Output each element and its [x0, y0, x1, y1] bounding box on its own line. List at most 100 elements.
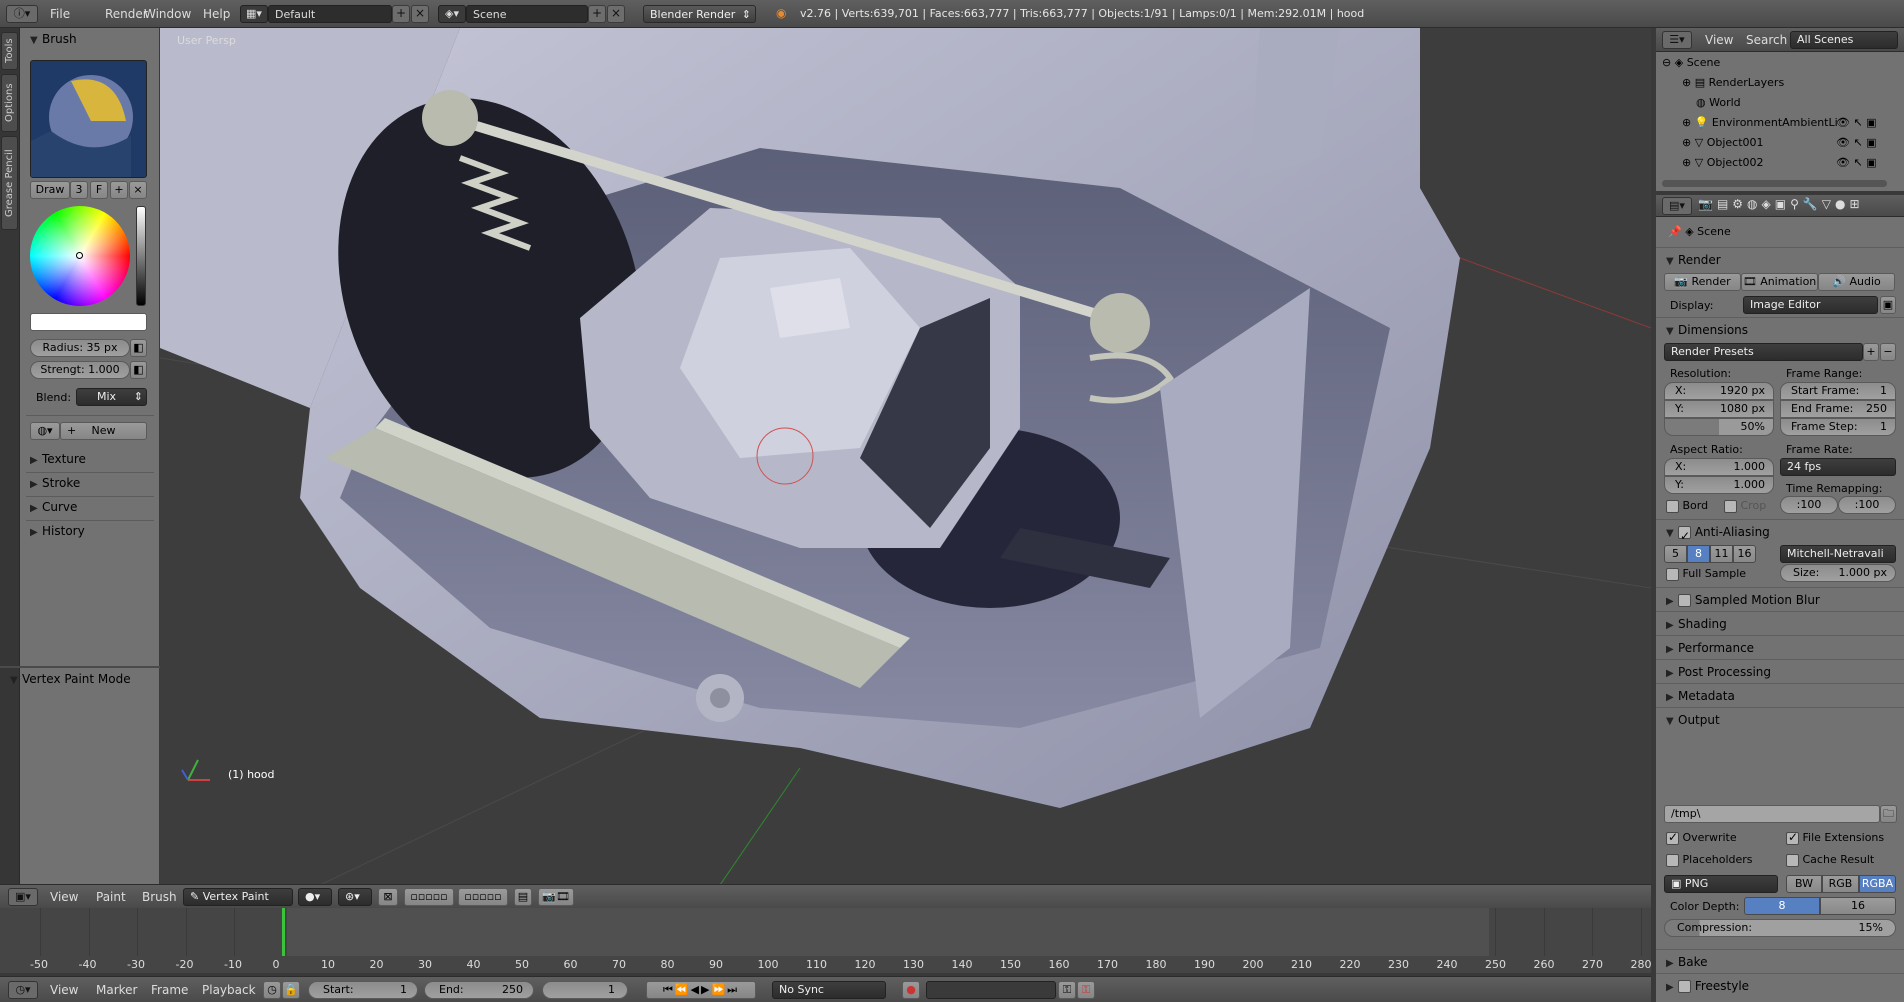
remap-old-field[interactable]: :100 [1780, 496, 1838, 514]
menu-file[interactable]: File [50, 7, 70, 21]
texture-browse-icon[interactable]: ◍▾ [30, 422, 60, 440]
add-layout-icon[interactable]: + [392, 5, 410, 23]
section-performance[interactable]: ▶ Performance [1656, 635, 1904, 659]
operator-panel-header[interactable]: ▼ Vertex Paint Mode [10, 672, 131, 686]
animation-button[interactable]: 🎞 Animation [1741, 273, 1818, 291]
remap-new-field[interactable]: :100 [1838, 496, 1896, 514]
color-mode-rgba[interactable]: RGBA [1859, 875, 1896, 893]
fake-user-toggle[interactable]: F [90, 181, 108, 199]
current-frame-field[interactable]: 1 [542, 981, 628, 999]
pressure-radius-icon[interactable]: ◧ [130, 339, 147, 357]
view-menu[interactable]: View [50, 890, 78, 904]
menu-window[interactable]: Window [144, 7, 191, 21]
section-metadata[interactable]: ▶ Metadata [1656, 683, 1904, 707]
file-extensions-toggle[interactable]: File Extensions [1786, 830, 1884, 845]
use-preview-range-icon[interactable]: ◷ [263, 981, 281, 999]
layers-grid-2[interactable]: ▫▫▫▫▫ [458, 888, 508, 906]
visibility-icons[interactable]: 👁 ↖ ▣ [1836, 133, 1877, 153]
playback-controls[interactable]: ⏮⏪◀▶⏩⏭ [646, 981, 756, 999]
add-preset-icon[interactable]: + [1863, 343, 1879, 361]
frame-rate-select[interactable]: 24 fps [1780, 458, 1896, 476]
motion-blur-checkbox[interactable] [1678, 594, 1691, 607]
sync-select[interactable]: No Sync [772, 981, 886, 999]
pin-icon[interactable]: 📌 [1668, 225, 1685, 238]
aa-samples-8[interactable]: 8 [1687, 545, 1710, 563]
outliner-scrollbar[interactable] [1662, 180, 1887, 187]
aa-filter-select[interactable]: Mitchell-Netravali [1780, 545, 1896, 563]
blend-select[interactable]: Mix ⇕ [76, 388, 147, 406]
render-preview-icon[interactable]: 📷🎞 [538, 888, 574, 906]
panel-texture[interactable]: ▶ Texture [30, 452, 86, 466]
full-sample-checkbox[interactable] [1666, 567, 1679, 581]
brush-draw-select[interactable]: Draw [30, 181, 70, 199]
outliner-row-world[interactable]: ◍ World [1656, 93, 1891, 113]
delete-keyframe-icon[interactable]: ⚿ [1077, 981, 1095, 999]
filter-size-field[interactable]: Size: 1.000 px [1780, 564, 1896, 582]
properties-editor-icon[interactable]: ▤▾ [1662, 197, 1692, 215]
folder-icon[interactable]: 🗀 [1880, 805, 1897, 823]
pivot-select[interactable]: ⊛▾ [338, 888, 372, 906]
brush-users-count[interactable]: 3 [70, 181, 88, 199]
layout-field[interactable]: Default [268, 5, 392, 23]
border-toggle[interactable]: Bord [1666, 499, 1708, 513]
add-brush-icon[interactable]: + [110, 181, 128, 199]
outliner-row-renderlayers[interactable]: ⊕ ▤ RenderLayers [1656, 73, 1891, 93]
aa-samples-16[interactable]: 16 [1733, 545, 1756, 563]
remove-preset-icon[interactable]: − [1880, 343, 1896, 361]
timeline-editor-icon[interactable]: ◷▾ [8, 981, 38, 999]
section-post-processing[interactable]: ▶ Post Processing [1656, 659, 1904, 683]
anti-aliasing-checkbox[interactable] [1678, 524, 1691, 548]
lock-interface-icon[interactable]: ▣ [1880, 296, 1896, 314]
remove-layout-icon[interactable]: × [411, 5, 429, 23]
mask-icon[interactable]: ⊠ [378, 888, 398, 906]
full-sample-toggle[interactable]: Full Sample [1666, 567, 1746, 581]
timeline[interactable]: -50 -40 -30 -20 -10 0 10 20 30 40 50 60 70 80 90 100 110… [0, 908, 1652, 973]
frame-step-field[interactable]: Frame Step: 1 [1780, 418, 1896, 436]
playback-menu[interactable]: Playback [202, 983, 256, 997]
view3d-editor-icon[interactable]: ▣▾ [8, 888, 38, 906]
keying-set-field[interactable] [926, 981, 1056, 999]
brush-panel-header[interactable]: ▼ Brush [30, 32, 77, 46]
section-anti-aliasing[interactable]: ▼ Anti-Aliasing [1656, 519, 1904, 548]
section-shading[interactable]: ▶ Shading [1656, 611, 1904, 635]
brush-preview[interactable] [30, 60, 147, 178]
tab-grease-pencil[interactable]: Grease Pencil [1, 136, 18, 230]
file-extensions-checkbox[interactable] [1786, 830, 1799, 845]
start-frame-field[interactable]: Start Frame: 1 [1780, 382, 1896, 400]
editor-type-icon[interactable]: ⓘ▾ [6, 5, 38, 23]
render-engine-select[interactable]: Blender Render ⇕ [643, 5, 756, 23]
tab-options[interactable]: Options [1, 74, 18, 132]
outliner-row-lamp[interactable]: ⊕ 💡 EnvironmentAmbientLi 👁 ↖ ▣ [1656, 113, 1891, 133]
outliner-editor-icon[interactable]: ☰▾ [1662, 31, 1692, 49]
camera-view-icon[interactable]: ▤ [514, 888, 532, 906]
insert-keyframe-icon[interactable]: ⚿ [1058, 981, 1076, 999]
shading-select[interactable]: ●▾ [298, 888, 332, 906]
marker-menu[interactable]: Marker [96, 983, 137, 997]
freestyle-checkbox[interactable] [1678, 980, 1691, 993]
mode-select[interactable]: ✎ Vertex Paint [183, 888, 293, 906]
pressure-strength-icon[interactable]: ◧ [130, 361, 147, 379]
section-dimensions[interactable]: ▼ Dimensions [1656, 317, 1904, 341]
compression-slider[interactable]: Compression: 15% [1664, 919, 1896, 937]
resolution-y-field[interactable]: Y: 1080 px [1664, 400, 1774, 418]
scene-field[interactable]: Scene [466, 5, 588, 23]
color-wheel[interactable] [30, 206, 130, 306]
3d-viewport[interactable]: User Persp (1) hood [160, 28, 1651, 885]
brush-menu[interactable]: Brush [142, 890, 177, 904]
add-scene-icon[interactable]: + [588, 5, 606, 23]
aspect-x-field[interactable]: X: 1.000 [1664, 458, 1774, 476]
placeholders-toggle[interactable]: Placeholders [1666, 853, 1753, 867]
crop-toggle[interactable]: Crop [1724, 499, 1766, 513]
visibility-icons[interactable]: 👁 ↖ ▣ [1836, 153, 1877, 173]
scene-icon[interactable]: ◈▾ [438, 5, 466, 23]
end-field[interactable]: End: 250 [424, 981, 534, 999]
frame-menu[interactable]: Frame [151, 983, 188, 997]
outliner-row-object001[interactable]: ⊕ ▽ Object001 👁 ↖ ▣ [1656, 133, 1891, 153]
start-field[interactable]: Start: 1 [308, 981, 418, 999]
resolution-percent-slider[interactable]: 50% [1664, 418, 1774, 436]
paint-menu[interactable]: Paint [96, 890, 126, 904]
aa-samples-5[interactable]: 5 [1664, 545, 1687, 563]
outliner-row-scene[interactable]: ⊖ ◈ Scene [1656, 53, 1891, 73]
aa-samples-11[interactable]: 11 [1710, 545, 1733, 563]
crop-checkbox[interactable] [1724, 499, 1737, 513]
